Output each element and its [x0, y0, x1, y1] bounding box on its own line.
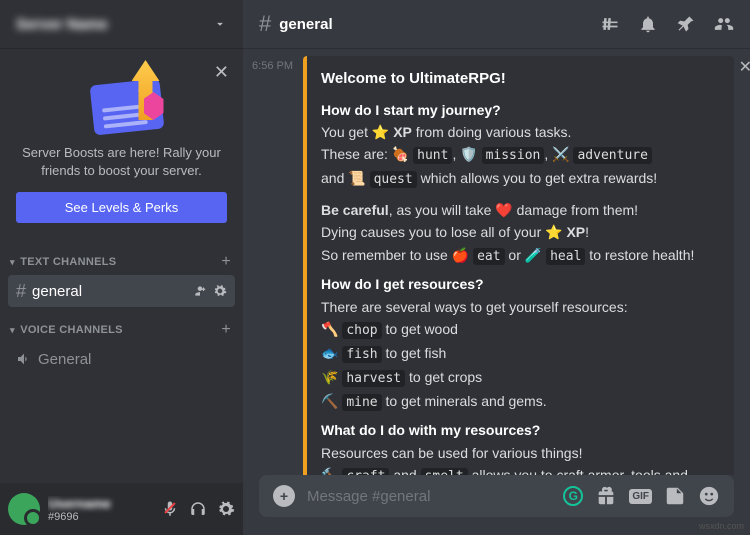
add-attachment-button[interactable]: + [273, 485, 295, 507]
boost-button[interactable]: See Levels & Perks [16, 192, 227, 223]
deafen-icon[interactable] [189, 500, 207, 518]
user-tag: #9696 [48, 511, 161, 523]
message-input[interactable] [307, 488, 551, 505]
message-timestamp: 6:56 PM [251, 56, 293, 475]
settings-icon[interactable] [213, 284, 227, 298]
grammarly-icon[interactable]: G [563, 486, 583, 506]
text-channels-header[interactable]: ▾ TEXT CHANNELS + [8, 239, 235, 273]
members-icon[interactable] [714, 14, 734, 34]
avatar[interactable] [8, 493, 40, 525]
hash-icon: # [259, 11, 271, 37]
embed-title: Welcome to UltimateRPG! [321, 68, 720, 90]
voice-channels-header[interactable]: ▾ VOICE CHANNELS + [8, 307, 235, 341]
add-voice-channel-icon[interactable]: + [221, 321, 231, 339]
embed: ✕ Welcome to UltimateRPG! How do I start… [303, 56, 734, 475]
user-settings-icon[interactable] [217, 500, 235, 518]
gift-icon[interactable] [595, 485, 617, 507]
close-icon[interactable]: ✕ [214, 62, 229, 83]
hash-icon: # [16, 281, 26, 302]
voice-channel-general[interactable]: General [8, 343, 235, 375]
message-input-box: + G GIF [259, 475, 734, 517]
mute-icon[interactable] [161, 500, 179, 518]
username: Username [48, 496, 161, 511]
boost-text: Server Boosts are here! Rally your frien… [16, 144, 227, 180]
close-icon[interactable]: ✕ [739, 56, 750, 79]
pinned-icon[interactable] [676, 14, 696, 34]
chevron-down-icon [213, 17, 227, 31]
channel-title: general [279, 16, 600, 33]
sticker-icon[interactable] [664, 485, 686, 507]
speaker-icon [16, 351, 32, 367]
gif-icon[interactable]: GIF [629, 489, 652, 504]
boost-card: ✕ Server Boosts are here! Rally your fri… [0, 48, 243, 239]
channel-general[interactable]: # general [8, 275, 235, 307]
server-header[interactable]: Server Name [0, 0, 243, 48]
invite-icon[interactable] [193, 284, 207, 298]
emoji-icon[interactable] [698, 485, 720, 507]
channel-header: # general [243, 0, 750, 48]
user-panel: Username #9696 [0, 483, 243, 535]
watermark: wsxdn.com [699, 521, 744, 531]
threads-icon[interactable] [600, 14, 620, 34]
notifications-icon[interactable] [638, 14, 658, 34]
boost-illustration [42, 64, 202, 134]
server-name: Server Name [16, 16, 108, 33]
add-channel-icon[interactable]: + [221, 253, 231, 271]
